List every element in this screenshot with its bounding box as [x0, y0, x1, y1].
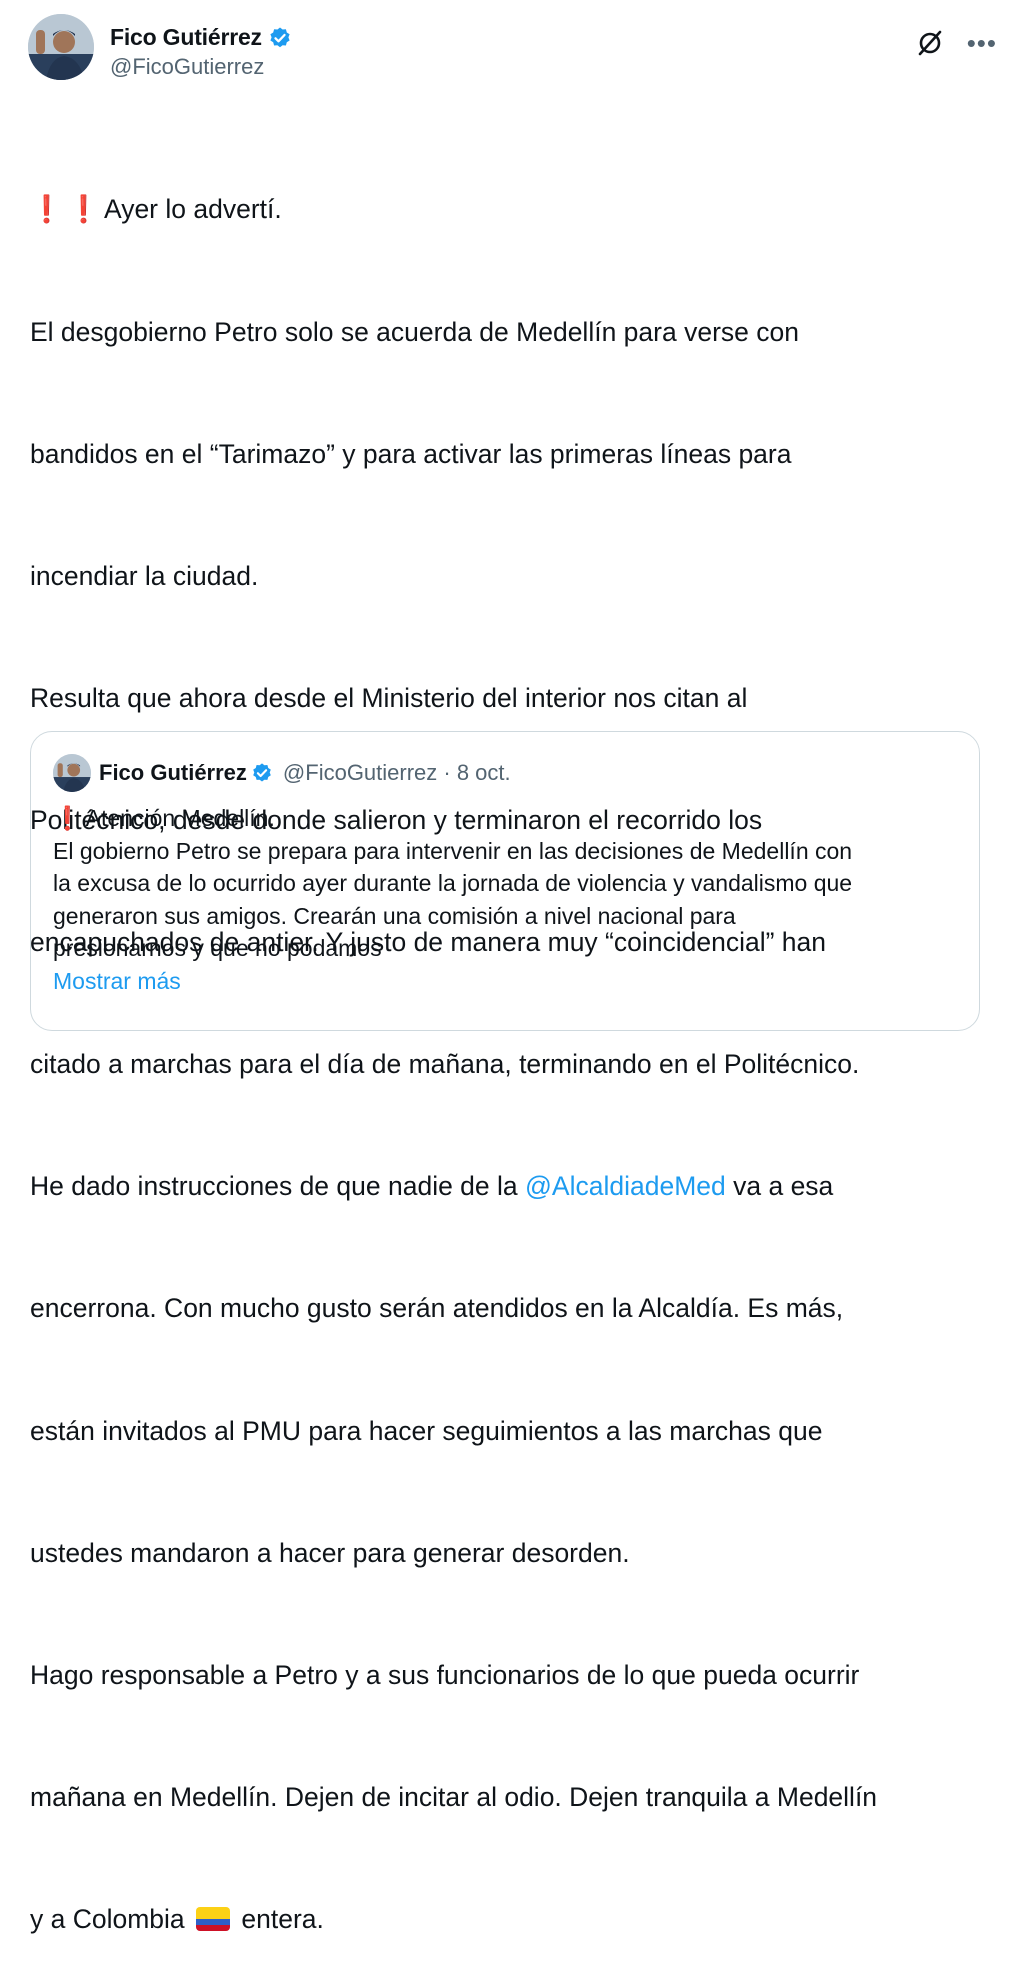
tweet-line: incendiar la ciudad. [30, 560, 259, 591]
tweet-text-segment: He dado instrucciones de que nadie de la [30, 1171, 526, 1202]
quoted-author-avatar [53, 754, 91, 792]
exclamation-icon: ❗ [53, 805, 82, 831]
quoted-line: la excusa de lo ocurrido ayer durante la… [53, 870, 853, 896]
quoted-text-segment: Atención Medellín. [85, 805, 275, 831]
verified-badge-icon [251, 762, 273, 784]
quoted-line: generaron sus amigos. Crearán una comisi… [53, 902, 736, 929]
more-options-icon[interactable]: ••• [967, 30, 997, 56]
tweet-line: bandidos en el “Tarimazo” y para activar… [30, 438, 792, 469]
tweet-header: Fico Gutiérrez @FicoGutierrez ••• [28, 14, 997, 84]
quoted-handle-date: @FicoGutierrez · 8 oct. [282, 760, 511, 785]
tweet-text-segment: Ayer lo advertí. [104, 194, 282, 225]
verified-badge-icon [268, 26, 292, 50]
exclamation-icon: ❗ [30, 194, 63, 225]
tweet-line: El desgobierno Petro solo se acuerda de … [30, 316, 799, 347]
tweet-line: mañana en Medellín. Dejen de incitar al … [30, 1781, 878, 1812]
tweet-line: Hago responsable a Petro y a sus funcion… [30, 1659, 860, 1690]
grok-icon[interactable] [915, 28, 945, 58]
tweet-text-segment: entera. [234, 1903, 324, 1934]
tweet-line: ❗ ❗ Ayer lo advertí. [30, 189, 990, 230]
colombia-flag-icon [196, 1906, 231, 1931]
tweet-line: y a Colombia entera. [30, 1899, 990, 1940]
quoted-tweet-header: Fico Gutiérrez @FicoGutierrez · 8 oct. [53, 754, 511, 792]
show-more-link[interactable]: Mostrar más [53, 965, 963, 998]
quoted-line: ❗ Atención Medellín. [53, 802, 963, 835]
author-avatar[interactable] [28, 14, 94, 80]
tweet-line: citado a marchas para el día de mañana, … [30, 1049, 860, 1080]
quoted-tweet-card[interactable]: Fico Gutiérrez @FicoGutierrez · 8 oct. ❗… [30, 731, 980, 1031]
mention-link[interactable]: @AlcaldiadeMed [525, 1171, 726, 1201]
tweet-line: He dado instrucciones de que nadie de la… [30, 1166, 990, 1207]
author-name-row: Fico Gutiérrez [110, 24, 292, 51]
tweet-line: encerrona. Con mucho gusto serán atendid… [30, 1293, 844, 1324]
tweet-body: ❗ ❗ Ayer lo advertí. El desgobierno Petro … [30, 108, 990, 1980]
quoted-line: presionarnos y que no podamos [53, 935, 382, 961]
quoted-line: El gobierno Petro se prepara para interv… [53, 837, 853, 864]
quoted-author-name: Fico Gutiérrez [99, 760, 247, 785]
tweet-line: Resulta que ahora desde el Ministerio de… [30, 682, 748, 713]
author-handle[interactable]: @FicoGutierrez [110, 54, 264, 80]
author-name[interactable]: Fico Gutiérrez [110, 24, 262, 51]
tweet-line: ustedes mandaron a hacer para generar de… [30, 1537, 630, 1568]
exclamation-icon: ❗ [67, 194, 100, 225]
quoted-tweet-body: ❗ Atención Medellín. El gobierno Petro se… [53, 802, 963, 997]
tweet-line: están invitados al PMU para hacer seguim… [30, 1415, 823, 1446]
tweet-text-segment: va a esa [725, 1171, 834, 1202]
header-actions: ••• [915, 28, 997, 58]
tweet-text-segment: y a Colombia [30, 1903, 193, 1934]
